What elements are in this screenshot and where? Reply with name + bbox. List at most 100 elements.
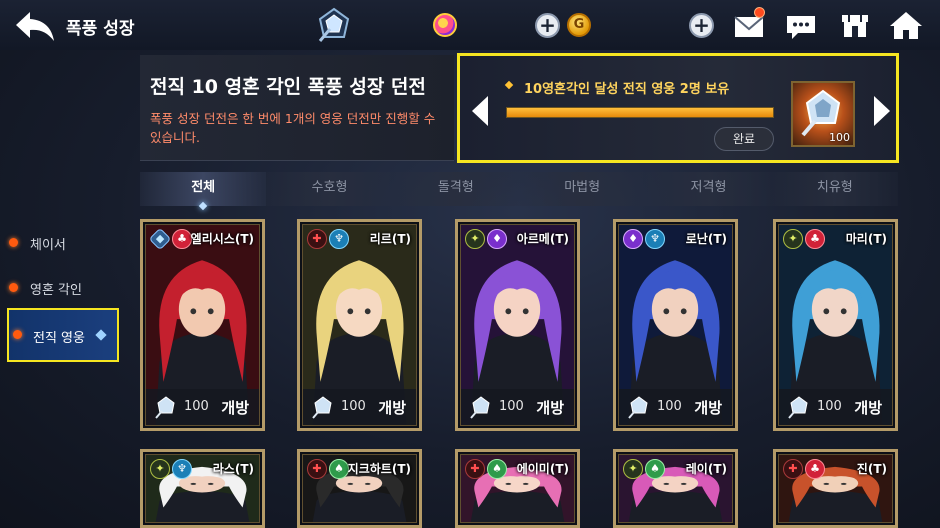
hero-name: 마리(T) (845, 232, 887, 246)
hero-card-footer: 100 개방 (146, 389, 259, 425)
tab-label: 수호형 (311, 180, 348, 195)
hero-card-frame: ✚ ♠ 에이미(T) (460, 454, 575, 523)
tab-magic[interactable]: 마법형 (518, 172, 646, 206)
hero-card[interactable]: ✦ ♣ 마리(T) 100 개방 (773, 219, 898, 431)
dungeon-description: 폭풍 성장 던전은 한 번에 1개의 영웅 던전만 진행할 수 있습니다. (150, 111, 436, 145)
rank-badge-icon: ✦ (465, 229, 485, 249)
hero-card-frame: ✦ ♣ 마리(T) 100 개방 (778, 224, 893, 426)
hero-card[interactable]: ✦ ♠ 레이(T) (613, 449, 738, 528)
rank-badge-icon: ✚ (465, 459, 485, 479)
hero-name: 엘리시스(T) (190, 232, 254, 246)
reward-item[interactable]: 100 (791, 81, 855, 147)
prev-arrow-icon[interactable] (472, 96, 488, 126)
hero-badges: ✦ ♆ (150, 459, 192, 479)
mission-text: 10영혼각인 달성 전직 영웅 2명 보유 (524, 82, 730, 97)
tab-sniper[interactable]: 저격형 (645, 172, 772, 206)
hero-card[interactable]: ✦ ♦ 아르메(T) 100 개방 (455, 219, 580, 431)
mail-icon[interactable] (732, 7, 766, 41)
hero-card-footer: 100 개방 (303, 389, 416, 425)
sidebar-item-job-hero[interactable]: 전직 영웅 (7, 308, 119, 362)
hero-name: 레이(T) (685, 462, 727, 476)
hero-badges: ✚ ♠ (465, 459, 507, 479)
sidebar-item-chaser[interactable]: 체이서 (0, 222, 120, 262)
bullet-dot (9, 283, 18, 292)
soul-crystal-icon (470, 396, 490, 419)
shop-icon[interactable] (838, 9, 872, 41)
add-currency-button[interactable]: + (689, 13, 714, 38)
chat-icon[interactable] (784, 9, 818, 41)
hero-card[interactable]: ✚ ♣ 진(T) (773, 449, 898, 528)
soul-crystal-icon (628, 396, 648, 419)
hero-card-footer: 100 개방 (461, 389, 574, 425)
soul-count: 100 (184, 399, 209, 414)
selected-diamond-icon (95, 329, 107, 341)
class-badge-icon: ♆ (645, 229, 665, 249)
tab-healer[interactable]: 치유형 (771, 172, 898, 206)
rank-badge-icon: ✚ (783, 459, 803, 479)
top-bar: 폭풍 성장 + G + (0, 0, 940, 50)
bullet-dot (9, 238, 18, 247)
sidebar-item-soul-imprint[interactable]: 영혼 각인 (0, 267, 120, 307)
tab-label: 치유형 (816, 180, 853, 195)
class-badge-icon: ♆ (172, 459, 192, 479)
home-icon[interactable] (889, 9, 923, 41)
hero-card-frame: ✚ ♠ 지크하트(T) (302, 454, 417, 523)
hero-badges: ◆ ♣ (148, 227, 192, 251)
hero-card[interactable]: ◆ ♣ 엘리시스(T) 100 개방 (140, 219, 265, 431)
bullet-dot (13, 330, 22, 339)
soul-count: 100 (499, 399, 524, 414)
rank-badge-icon: ✦ (783, 229, 803, 249)
complete-button[interactable]: 완료 (714, 127, 774, 151)
class-badge-icon: ♠ (645, 459, 665, 479)
tab-label: 전체 (191, 180, 216, 195)
hero-card[interactable]: ✚ ♠ 지크하트(T) (297, 449, 422, 528)
back-arrow-icon[interactable] (14, 8, 58, 44)
hero-card-frame: ✚ ♆ 리르(T) 100 개방 (302, 224, 417, 426)
soul-count: 100 (657, 399, 682, 414)
tab-assault[interactable]: 돌격형 (392, 172, 519, 206)
tab-label: 마법형 (564, 180, 601, 195)
hero-name: 라스(T) (212, 462, 254, 476)
rank-badge-icon: ♦ (623, 229, 643, 249)
next-arrow-icon[interactable] (874, 96, 890, 126)
class-badge-icon: ♣ (172, 229, 192, 249)
hero-card[interactable]: ✦ ♆ 라스(T) (140, 449, 265, 528)
open-status: 개방 (694, 399, 722, 417)
dungeon-title: 전직 10 영혼 각인 폭풍 성장 던전 (150, 76, 426, 98)
hero-name: 진(T) (856, 462, 887, 476)
crystal-emblem-icon (316, 7, 352, 43)
star-icon (504, 80, 514, 90)
tab-guardian[interactable]: 수호형 (266, 172, 393, 206)
hero-badges: ✦ ♦ (465, 229, 507, 249)
tab-selected-indicator (198, 201, 208, 211)
notification-dot (754, 7, 765, 18)
hero-card-frame: ✦ ♠ 레이(T) (618, 454, 733, 523)
reward-count: 100 (829, 131, 850, 144)
add-gold-button[interactable]: + (535, 13, 560, 38)
hero-name: 아르메(T) (516, 232, 569, 246)
class-badge-icon: ♣ (805, 459, 825, 479)
hero-card[interactable]: ✚ ♠ 에이미(T) (455, 449, 580, 528)
mission-panel: 10영혼각인 달성 전직 영웅 2명 보유 완료 100 (457, 53, 899, 163)
hero-badges: ✚ ♣ (783, 459, 825, 479)
soul-crystal-icon (788, 396, 808, 419)
hero-card-footer: 100 개방 (779, 389, 892, 425)
hero-name: 리르(T) (369, 232, 411, 246)
soul-crystal-icon (312, 396, 332, 419)
tab-label: 저격형 (690, 180, 727, 195)
rank-badge-icon: ✦ (150, 459, 170, 479)
hero-badges: ✦ ♠ (623, 459, 665, 479)
soul-crystal-icon (155, 396, 175, 419)
hero-card-frame: ♦ ♆ 로난(T) 100 개방 (618, 224, 733, 426)
class-filter-tabs: 전체 수호형 돌격형 마법형 저격형 치유형 (140, 172, 898, 211)
open-status: 개방 (854, 399, 882, 417)
gold-coin-icon: G (567, 13, 591, 37)
hero-card[interactable]: ✚ ♆ 리르(T) 100 개방 (297, 219, 422, 431)
hero-badges: ✦ ♣ (783, 229, 825, 249)
hero-name: 지크하트(T) (347, 462, 411, 476)
mission-progress-bar (506, 107, 774, 118)
gem-coin-icon (433, 13, 457, 37)
hero-card[interactable]: ♦ ♆ 로난(T) 100 개방 (613, 219, 738, 431)
mission-progress-fill (507, 108, 773, 117)
tab-all[interactable]: 전체 (140, 172, 267, 211)
